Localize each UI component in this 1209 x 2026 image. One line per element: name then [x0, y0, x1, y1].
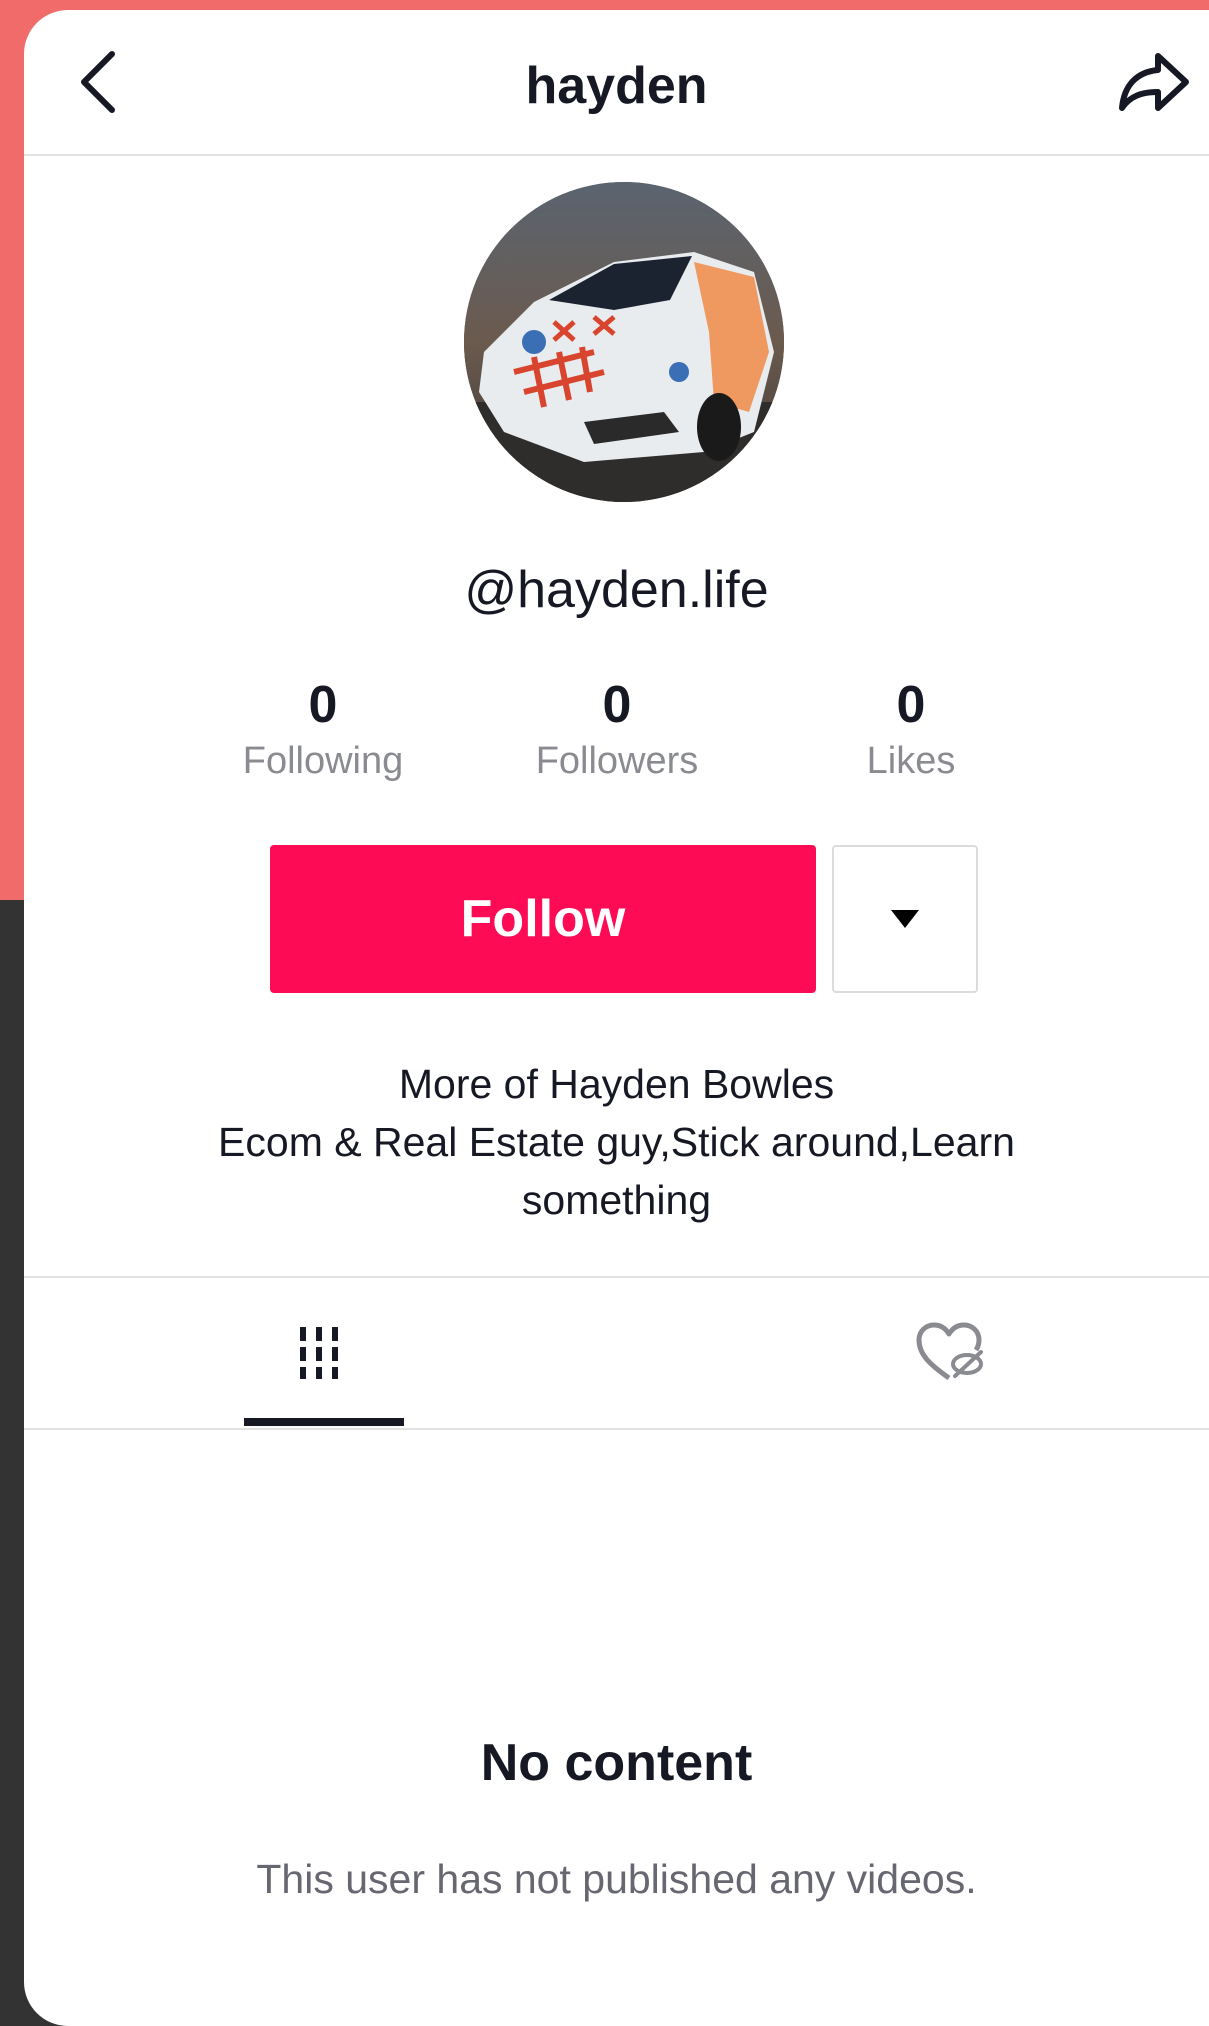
stat-likes-count: 0 [896, 676, 926, 734]
tab-liked[interactable] [870, 1278, 1030, 1428]
bio-line-2: Ecom & Real Estate guy,Stick around,Lear… [218, 1119, 1015, 1223]
share-arrow-icon [1119, 53, 1189, 111]
stat-followers[interactable]: 0 Followers [477, 674, 757, 786]
stat-following[interactable]: 0 Following [183, 674, 463, 786]
videos-grid-icon [300, 1327, 338, 1379]
bio-line-1: More of Hayden Bowles [398, 1061, 835, 1107]
profile-tabs [24, 1276, 1209, 1430]
profile-card: hayden @hayden.life 0 Following 0 Follow… [24, 10, 1209, 2026]
stat-followers-count: 0 [602, 676, 632, 734]
stat-likes[interactable]: 0 Likes [771, 674, 1051, 786]
follow-button[interactable]: Follow [270, 845, 816, 993]
profile-username: @hayden.life [464, 561, 769, 619]
stat-likes-label: Likes [866, 740, 956, 782]
empty-state-subtitle: This user has not published any videos. [256, 1856, 977, 1902]
avatar[interactable] [464, 182, 784, 502]
liked-hidden-icon [916, 1322, 983, 1381]
suggested-accounts-dropdown-button[interactable] [832, 845, 978, 993]
stat-followers-label: Followers [535, 740, 699, 782]
stat-following-label: Following [242, 740, 404, 782]
empty-state-title: No content [480, 1734, 753, 1792]
tab-videos[interactable] [244, 1278, 404, 1428]
header-bar: hayden [24, 10, 1209, 156]
caret-down-icon [891, 910, 919, 928]
page-title: hayden [525, 57, 708, 115]
stat-following-count: 0 [308, 676, 338, 734]
share-button[interactable] [1115, 44, 1195, 120]
car-photo-avatar [464, 182, 784, 502]
profile-bio: More of Hayden Bowles Ecom & Real Estate… [144, 1055, 1089, 1229]
active-tab-indicator [244, 1418, 404, 1426]
